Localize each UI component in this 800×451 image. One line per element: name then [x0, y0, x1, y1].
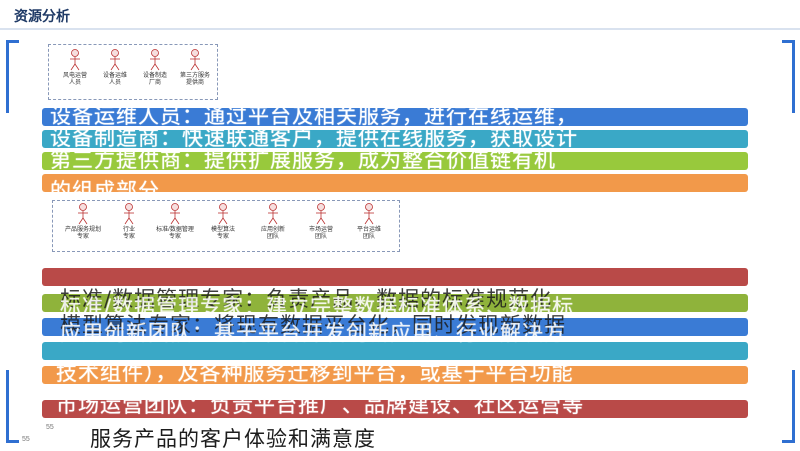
highlight-bar-red	[42, 268, 748, 286]
line-satisfaction: 服务产品的客户体验和满意度	[90, 427, 376, 451]
line-components: 技术组件），及各种服务迁移到平台，或基于平台功能	[56, 361, 574, 385]
person-icon	[124, 203, 134, 225]
role-label: 设备制造 厂商	[142, 73, 167, 86]
page-title: 资源分析	[14, 8, 70, 24]
frame-corner-bottom-left	[6, 370, 19, 443]
role-market-ops: 市场运营 团队	[297, 203, 345, 241]
line-third-party: 第三方提供商：提供扩展服务，成为整合价值链有机	[50, 148, 556, 172]
role-product-planner: 产品服务规划 专家	[59, 203, 107, 241]
role-label: 第三方服务 提供商	[179, 73, 210, 86]
person-icon	[110, 49, 120, 71]
line-manufacturer: 设备制造商：快速联通客户，提供在线服务，获取设计	[50, 126, 578, 150]
role-third-party: 第三方服务 提供商	[171, 49, 219, 87]
frame-corner-bottom-right	[782, 370, 795, 443]
role-group-top: 风电运营 人员 设备运维 人员 设备制造 厂商 第三方服务 提供商	[48, 44, 218, 100]
role-platform-ops: 平台运维 团队	[345, 203, 393, 241]
person-icon	[316, 203, 326, 225]
page-number-inner: 55	[46, 424, 54, 431]
role-label: 平台运维 团队	[356, 227, 381, 240]
frame-corner-top-left	[6, 40, 19, 113]
role-label: 行业 专家	[122, 227, 135, 240]
role-label: 市场运营 团队	[308, 227, 333, 240]
role-group-mid: 产品服务规划 专家 行业 专家 标准/数据管理 专家 模型算法 专家 应用创新 团队 市场…	[52, 200, 400, 252]
role-label: 产品服务规划 专家	[64, 227, 101, 240]
role-data-standards: 标准/数据管理 专家	[151, 203, 199, 241]
role-industry-expert: 行业 专家	[105, 203, 153, 241]
person-icon	[170, 203, 180, 225]
role-label: 风电运营 人员	[62, 73, 87, 86]
page-number-outer: 55	[22, 436, 30, 443]
role-label: 应用创新 团队	[260, 227, 285, 240]
role-label: 模型算法 专家	[210, 227, 235, 240]
line-value-chain: 的组成部分	[50, 179, 160, 203]
person-icon	[268, 203, 278, 225]
line-maintenance: 设备运维人员：通过平台及相关服务，进行在线运维，	[50, 104, 578, 128]
line-app-innovation: 应用创新团队：基于平台开发创新应用、行业解决方	[60, 321, 566, 345]
person-icon	[218, 203, 228, 225]
person-icon	[150, 49, 160, 71]
person-icon	[364, 203, 374, 225]
frame-corner-top-right	[782, 40, 795, 113]
role-model-algorithm: 模型算法 专家	[199, 203, 247, 241]
person-icon	[190, 49, 200, 71]
header-divider	[0, 28, 800, 30]
person-icon	[70, 49, 80, 71]
line-market-ops: 市场运营团队：负责平台推广、品牌建设、社区运营等	[56, 393, 584, 417]
role-label: 设备运维 人员	[102, 73, 127, 86]
person-icon	[78, 203, 88, 225]
role-app-innovation: 应用创新 团队	[249, 203, 297, 241]
role-label: 标准/数据管理 专家	[156, 227, 194, 240]
